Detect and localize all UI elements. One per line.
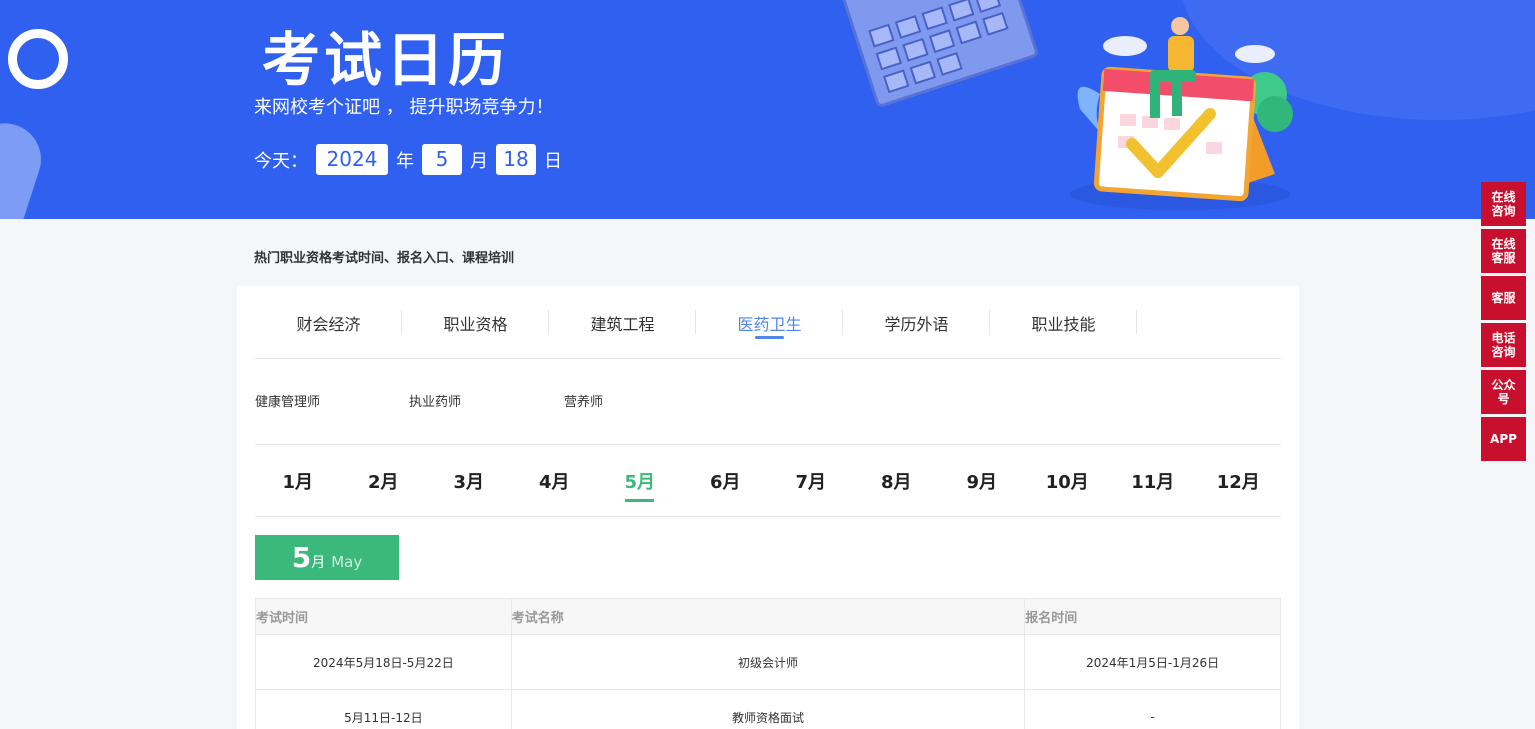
subcategory-pharmacist[interactable]: 执业药师 bbox=[409, 391, 461, 410]
table-header-row: 考试时间 考试名称 报名时间 bbox=[255, 598, 1281, 635]
column-header-exam-name: 考试名称 bbox=[510, 598, 1026, 635]
month-badge-number: 5 bbox=[291, 541, 312, 574]
app-button[interactable]: APP bbox=[1481, 417, 1526, 461]
tab-skills[interactable]: 职业技能 bbox=[990, 286, 1137, 359]
cell-registration-time: - bbox=[1024, 689, 1281, 729]
month-tab-2[interactable]: 2月 bbox=[341, 445, 427, 517]
day-unit: 日 bbox=[544, 150, 562, 172]
month-tab-5[interactable]: 5月 bbox=[597, 445, 683, 517]
section-lead: 热门职业资格考试时间、报名入口、课程培训 bbox=[254, 251, 515, 266]
calendar-illustration bbox=[1070, 17, 1293, 210]
tab-medical-label: 医药卫生 bbox=[737, 314, 802, 334]
month-tab-12[interactable]: 12月 bbox=[1196, 445, 1282, 517]
year-box: 2024 bbox=[316, 144, 388, 175]
month-badge-unit: 月 bbox=[311, 554, 326, 571]
table-row: 2024年5月18日-5月22日 初级会计师 2024年1月5日-1月26日 bbox=[255, 634, 1281, 690]
subcategory-list: 健康管理师 执业药师 营养师 bbox=[255, 359, 1281, 445]
cell-exam-time: 2024年5月18日-5月22日 bbox=[255, 634, 512, 690]
ring-decoration bbox=[8, 29, 68, 89]
month-tab-8[interactable]: 8月 bbox=[854, 445, 940, 517]
subcategory-health-manager[interactable]: 健康管理师 bbox=[255, 391, 320, 410]
online-service-button[interactable]: 在线客服 bbox=[1481, 229, 1526, 273]
cell-exam-name[interactable]: 教师资格面试 bbox=[510, 689, 1026, 729]
today-date: 今天： 2024 年 5 月 18 日 bbox=[254, 144, 562, 175]
month-tab-1[interactable]: 1月 bbox=[255, 445, 341, 517]
page-title: 考试日历 bbox=[262, 26, 511, 94]
exam-table: 考试时间 考试名称 报名时间 2024年5月18日-5月22日 初级会计师 20… bbox=[255, 598, 1281, 729]
service-button[interactable]: 客服 bbox=[1481, 276, 1526, 320]
calendar-decoration bbox=[840, 0, 1040, 109]
active-month-underline bbox=[625, 499, 654, 502]
subcategory-nutritionist[interactable]: 营养师 bbox=[564, 391, 603, 410]
table-row: 5月11日-12日 教师资格面试 - bbox=[255, 689, 1281, 729]
month-tab-9[interactable]: 9月 bbox=[939, 445, 1025, 517]
phone-consult-button[interactable]: 电话咨询 bbox=[1481, 323, 1526, 367]
official-account-button[interactable]: 公众号 bbox=[1481, 370, 1526, 414]
cell-exam-name[interactable]: 初级会计师 bbox=[510, 634, 1026, 690]
blob-decoration bbox=[0, 114, 51, 219]
month-tab-7[interactable]: 7月 bbox=[768, 445, 854, 517]
month-tab-3[interactable]: 3月 bbox=[426, 445, 512, 517]
cell-exam-time: 5月11日-12日 bbox=[255, 689, 512, 729]
tab-qualification[interactable]: 职业资格 bbox=[402, 286, 549, 359]
month-badge-english: May bbox=[331, 552, 363, 571]
banner: 考试日历 来网校考个证吧 ， 提升职场竞争力！ 今天： 2024 年 5 月 1… bbox=[0, 0, 1535, 219]
month-tab-11[interactable]: 11月 bbox=[1110, 445, 1196, 517]
month-tab-6[interactable]: 6月 bbox=[683, 445, 769, 517]
tab-finance[interactable]: 财会经济 bbox=[255, 286, 402, 359]
side-toolbar: 在线咨询 在线客服 客服 电话咨询 公众号 APP bbox=[1481, 182, 1526, 464]
month-unit: 月 bbox=[470, 150, 488, 172]
tab-construction[interactable]: 建筑工程 bbox=[549, 286, 696, 359]
month-box: 5 bbox=[422, 144, 462, 175]
month-tab-5-label: 5月 bbox=[624, 472, 656, 493]
category-tabs: 财会经济 职业资格 建筑工程 医药卫生 学历外语 职业技能 bbox=[255, 286, 1281, 359]
column-header-registration-time: 报名时间 bbox=[1024, 598, 1281, 635]
exam-calendar-card: 财会经济 职业资格 建筑工程 医药卫生 学历外语 职业技能 健康管理师 执业药师… bbox=[237, 286, 1299, 729]
tab-education[interactable]: 学历外语 bbox=[843, 286, 990, 359]
year-unit: 年 bbox=[396, 150, 414, 172]
cell-registration-time: 2024年1月5日-1月26日 bbox=[1024, 634, 1281, 690]
month-tabs: 1月 2月 3月 4月 5月 6月 7月 8月 9月 10月 11月 12月 bbox=[255, 445, 1281, 517]
online-consult-button[interactable]: 在线咨询 bbox=[1481, 182, 1526, 226]
page-subtitle: 来网校考个证吧 ， 提升职场竞争力！ bbox=[254, 97, 554, 118]
active-tab-underline bbox=[755, 336, 784, 339]
month-tab-10[interactable]: 10月 bbox=[1025, 445, 1111, 517]
tab-medical[interactable]: 医药卫生 bbox=[696, 286, 843, 359]
day-box: 18 bbox=[496, 144, 536, 175]
today-label: 今天： bbox=[254, 150, 308, 172]
month-badge: 5 月 May bbox=[255, 535, 399, 580]
month-tab-4[interactable]: 4月 bbox=[512, 445, 598, 517]
column-header-exam-time: 考试时间 bbox=[255, 598, 512, 635]
